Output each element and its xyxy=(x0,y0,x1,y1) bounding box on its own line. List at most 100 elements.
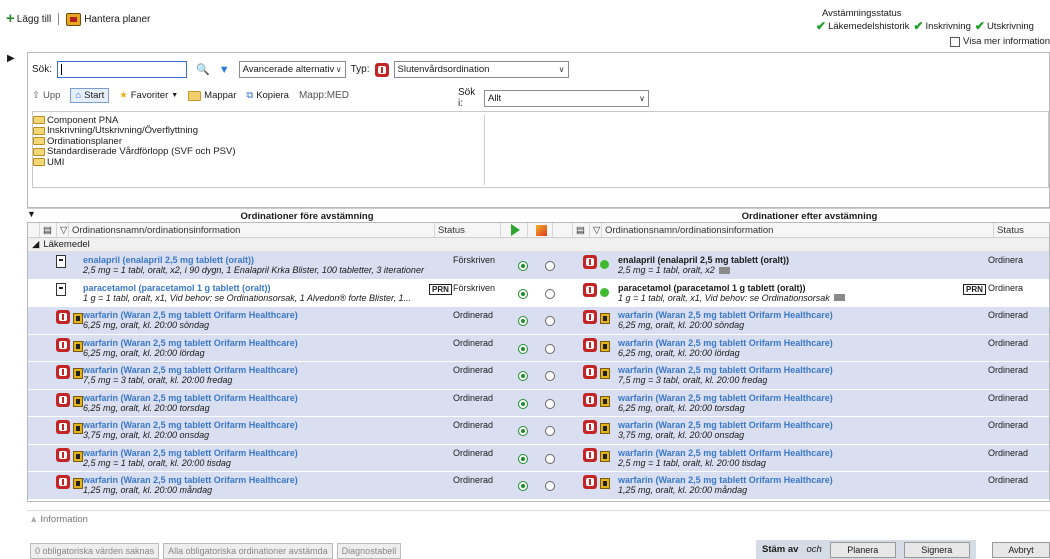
start-button[interactable]: ⌂ Start xyxy=(70,88,110,103)
chevron-down-icon: ∨ xyxy=(558,65,565,74)
left-order[interactable]: warfarin (Waran 2,5 mg tablett Orifarm H… xyxy=(83,393,443,413)
group-row[interactable]: ◢ Läkemedel xyxy=(28,238,1049,252)
columns-icon[interactable]: ▤ xyxy=(573,223,590,237)
continue-radio[interactable] xyxy=(518,261,528,273)
up-button[interactable]: ⇧ Upp xyxy=(32,90,60,101)
tree-item[interactable]: UMI xyxy=(33,157,484,168)
left-section-title: Ordinationer före avstämning xyxy=(240,211,374,222)
search-in-row: Sök i: Allt ∨ xyxy=(458,87,649,109)
search-row: Sök: 🔍 ▼ Avancerade alternativ ∨ Typ: Slu… xyxy=(32,61,569,78)
continue-radio[interactable] xyxy=(518,426,528,438)
search-input[interactable] xyxy=(57,61,187,78)
advanced-options-dropdown[interactable]: Avancerade alternativ ∨ xyxy=(238,61,346,78)
table-row[interactable]: enalapril (enalapril 2,5 mg tablett (ora… xyxy=(28,252,1049,280)
continue-radio[interactable] xyxy=(518,398,528,411)
tree-item[interactable]: Standardiserade Vårdförlopp (SVF och PSV… xyxy=(33,146,484,157)
left-order[interactable]: warfarin (Waran 2,5 mg tablett Orifarm H… xyxy=(83,420,443,440)
status-item-label: Inskrivning xyxy=(925,20,971,32)
continue-radio[interactable] xyxy=(518,481,528,493)
left-order[interactable]: warfarin (Waran 2,5 mg tablett Orifarm H… xyxy=(83,310,443,330)
comment-icon xyxy=(833,294,845,301)
diagnosis-table-button[interactable]: Diagnostabell xyxy=(336,543,402,559)
columns-icon[interactable]: ▤ xyxy=(40,223,57,237)
footer-left: 0 obligatoriska värden saknas Alla oblig… xyxy=(30,543,402,559)
right-order[interactable]: paracetamol (paracetamol 1 g tablett (or… xyxy=(618,283,958,303)
right-order[interactable]: warfarin (Waran 2,5 mg tablett Orifarm H… xyxy=(618,448,958,468)
stop-icon xyxy=(536,224,547,236)
discontinue-radio[interactable] xyxy=(545,398,555,411)
left-status-header[interactable]: Status xyxy=(435,223,501,237)
favorites-button[interactable]: ★ Favoriter ▼ xyxy=(119,90,178,101)
table-row[interactable]: warfarin (Waran 2,5 mg tablett Orifarm H… xyxy=(28,389,1049,417)
filter-search-icon[interactable]: ▼ xyxy=(219,64,230,76)
discontinue-radio[interactable] xyxy=(545,371,555,383)
left-order[interactable]: warfarin (Waran 2,5 mg tablett Orifarm H… xyxy=(83,448,443,468)
status-item-label: Utskrivning xyxy=(986,20,1034,32)
right-status-header[interactable]: Status xyxy=(994,223,1049,237)
cancel-button[interactable]: Avbryt xyxy=(992,542,1050,558)
discontinue-radio[interactable] xyxy=(545,343,555,356)
continue-radio[interactable] xyxy=(518,316,528,328)
right-name-header[interactable]: Ordinationsnamn/ordinationsinformation xyxy=(602,223,994,237)
collapse-icon[interactable]: ▼ xyxy=(27,209,36,219)
table-row[interactable]: warfarin (Waran 2,5 mg tablett Orifarm H… xyxy=(28,444,1049,472)
left-order[interactable]: warfarin (Waran 2,5 mg tablett Orifarm H… xyxy=(83,475,443,495)
left-order[interactable]: warfarin (Waran 2,5 mg tablett Orifarm H… xyxy=(83,338,443,358)
filter-icon[interactable]: ▽ xyxy=(57,223,69,237)
discontinue-radio[interactable] xyxy=(545,288,555,301)
filter-icon[interactable]: ▽ xyxy=(590,223,602,237)
discontinue-radio[interactable] xyxy=(545,426,555,438)
missing-values-button[interactable]: 0 obligatoriska värden saknas xyxy=(30,543,160,559)
right-order[interactable]: warfarin (Waran 2,5 mg tablett Orifarm H… xyxy=(618,365,958,385)
discontinue-radio[interactable] xyxy=(545,261,555,273)
tree-item[interactable]: Ordinationsplaner xyxy=(33,136,484,147)
show-more-checkbox[interactable]: Visa mer information xyxy=(816,36,1050,47)
search-in-dropdown[interactable]: Allt ∨ xyxy=(484,89,649,107)
manage-plans-label: Hantera planer xyxy=(84,13,151,25)
section-header: ▼ Ordinationer före avstämning Ordinatio… xyxy=(27,208,1050,222)
manage-plans-button[interactable]: Hantera planer xyxy=(66,12,151,26)
right-order[interactable]: warfarin (Waran 2,5 mg tablett Orifarm H… xyxy=(618,338,958,358)
continue-radio[interactable] xyxy=(518,288,528,301)
up-folder-icon: ⇧ xyxy=(32,90,40,101)
left-order[interactable]: warfarin (Waran 2,5 mg tablett Orifarm H… xyxy=(83,365,443,385)
table-row[interactable]: warfarin (Waran 2,5 mg tablett Orifarm H… xyxy=(28,417,1049,445)
add-button[interactable]: + Lägg till xyxy=(6,11,51,26)
right-order[interactable]: warfarin (Waran 2,5 mg tablett Orifarm H… xyxy=(618,420,958,440)
sign-button[interactable]: Signera xyxy=(903,541,970,558)
medication-icon xyxy=(374,62,389,77)
tree-item[interactable]: Inskrivning/Utskrivning/Överflyttning xyxy=(33,125,484,136)
continue-radio[interactable] xyxy=(518,343,528,356)
table-row[interactable]: warfarin (Waran 2,5 mg tablett Orifarm H… xyxy=(28,362,1049,390)
folders-button[interactable]: Mappar xyxy=(188,90,236,101)
plan-button[interactable]: Planera xyxy=(829,541,896,558)
right-order[interactable]: enalapril (enalapril 2,5 mg tablett (ora… xyxy=(618,255,958,275)
discontinue-radio[interactable] xyxy=(545,481,555,493)
discontinue-radio[interactable] xyxy=(545,316,555,328)
continue-radio[interactable] xyxy=(518,453,528,466)
search-icon[interactable]: 🔍 xyxy=(196,63,210,76)
status-item-label: Läkemedelshistorik xyxy=(828,20,910,32)
type-dropdown[interactable]: Slutenvårdsordination ∨ xyxy=(393,61,569,78)
table-row[interactable]: paracetamol (paracetamol 1 g tablett (or… xyxy=(28,279,1049,307)
right-order[interactable]: warfarin (Waran 2,5 mg tablett Orifarm H… xyxy=(618,393,958,413)
medication-icon xyxy=(56,447,70,462)
tree-item[interactable]: Component PNA xyxy=(33,115,484,126)
all-reconciled-button[interactable]: Alla obligatoriska ordinationer avstämda xyxy=(163,543,333,559)
left-name-header[interactable]: Ordinationsnamn/ordinationsinformation xyxy=(69,223,435,237)
table-row[interactable]: warfarin (Waran 2,5 mg tablett Orifarm H… xyxy=(28,472,1049,500)
table-row[interactable]: warfarin (Waran 2,5 mg tablett Orifarm H… xyxy=(28,334,1049,362)
right-order[interactable]: warfarin (Waran 2,5 mg tablett Orifarm H… xyxy=(618,475,958,495)
left-order[interactable]: enalapril (enalapril 2,5 mg tablett (ora… xyxy=(83,255,443,275)
type-value: Slutenvårdsordination xyxy=(397,64,490,75)
right-order[interactable]: warfarin (Waran 2,5 mg tablett Orifarm H… xyxy=(618,310,958,330)
expand-arrow-icon[interactable]: ▶ xyxy=(7,53,15,64)
information-toggle[interactable]: ⩓ Information xyxy=(27,510,1050,528)
discontinue-column[interactable] xyxy=(528,223,553,237)
continue-radio[interactable] xyxy=(518,371,528,383)
copy-button[interactable]: ⧉ Kopiera xyxy=(246,90,289,101)
continue-column[interactable] xyxy=(501,223,528,237)
table-row[interactable]: warfarin (Waran 2,5 mg tablett Orifarm H… xyxy=(28,307,1049,335)
left-order[interactable]: paracetamol (paracetamol 1 g tablett (or… xyxy=(83,283,443,303)
discontinue-radio[interactable] xyxy=(545,453,555,466)
